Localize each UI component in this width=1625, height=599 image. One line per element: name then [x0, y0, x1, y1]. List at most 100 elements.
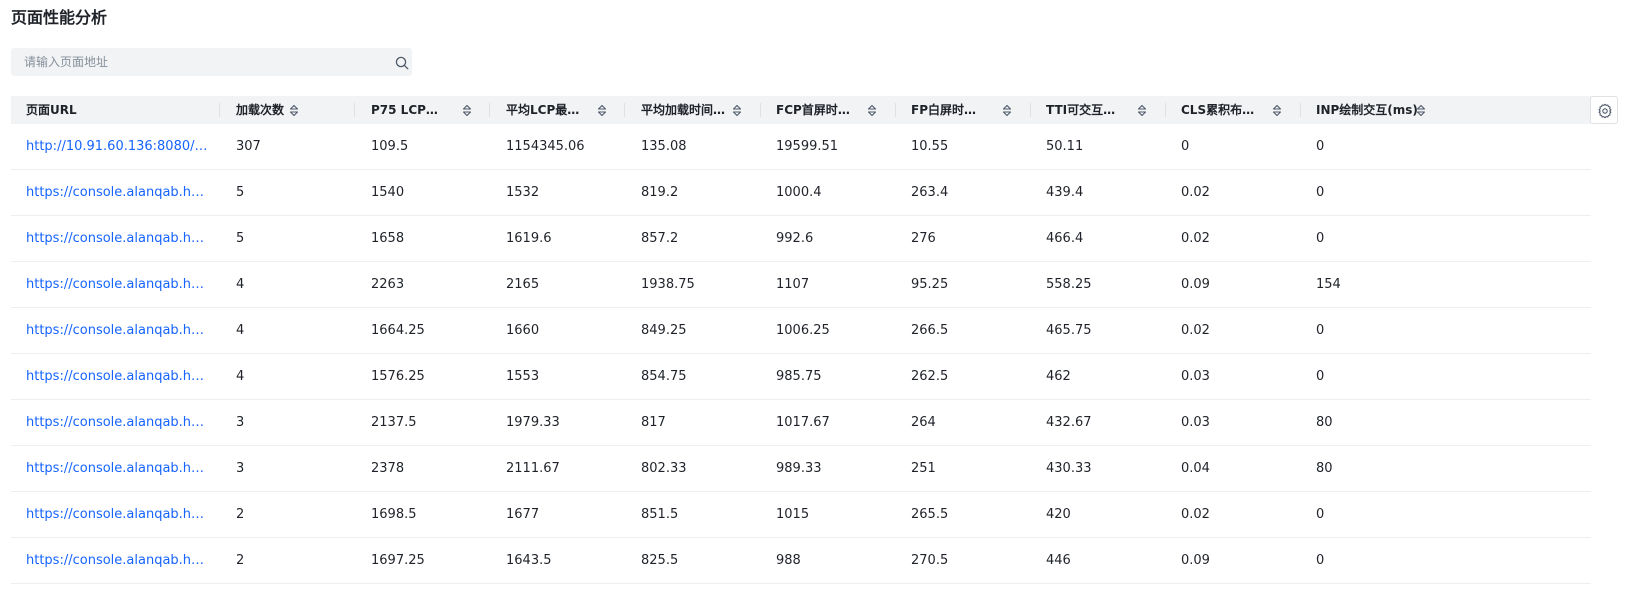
table-row: https://console.alanqab.h… 3 2137.5 1979.33…	[11, 400, 1591, 446]
sort-icon[interactable]	[732, 104, 742, 117]
url-cell: https://console.alanqab.h…	[26, 262, 209, 308]
table-row: https://console.alanqab.h… 4 2263 2165 1938.…	[11, 262, 1591, 308]
table-cell: 854.75	[641, 369, 687, 384]
column-header[interactable]: 加载次数	[236, 96, 284, 124]
table-row: https://console.alanqab.h… 2 1698.5 1677 851…	[11, 492, 1591, 538]
column-header[interactable]: TTI可交互时…	[1046, 96, 1122, 124]
table-cell: 3	[236, 415, 245, 430]
table-cell: 5	[236, 231, 245, 246]
table-cell: 0	[1316, 553, 1325, 568]
table-cell: 817	[641, 415, 666, 430]
table-cell: 2378	[371, 461, 405, 476]
sort-icon[interactable]	[1416, 104, 1426, 117]
gear-icon	[1598, 103, 1612, 119]
column-separator[interactable]	[624, 103, 625, 117]
page-url-link[interactable]: https://console.alanqab.h…	[26, 354, 209, 400]
sort-icon[interactable]	[462, 104, 472, 117]
table-row: https://console.alanqab.h… 4 1664.25 1660 84…	[11, 308, 1591, 354]
table-cell: 432.67	[1046, 415, 1092, 430]
sort-icon[interactable]	[1137, 104, 1147, 117]
page-url-link[interactable]: https://console.alanqab.h…	[26, 216, 209, 262]
column-header[interactable]: FCP首屏时间(…	[776, 96, 852, 124]
table-cell: 154	[1316, 277, 1341, 292]
column-header[interactable]: FP白屏时间(…	[911, 96, 987, 124]
column-header[interactable]: 平均LCP最大…	[506, 96, 584, 124]
table-cell: 0	[1316, 323, 1325, 338]
table-cell: 1697.25	[371, 553, 425, 568]
column-header[interactable]: INP绘制交互(ms)	[1316, 96, 1418, 124]
table-cell: 420	[1046, 507, 1071, 522]
page-url-link[interactable]: https://console.alanqab.h…	[26, 170, 209, 216]
column-header[interactable]: 平均加载时间 …	[641, 96, 727, 124]
table-cell: 462	[1046, 369, 1071, 384]
table-cell: 270.5	[911, 553, 949, 568]
table-cell: 1664.25	[371, 323, 425, 338]
url-cell: https://console.alanqab.h…	[26, 354, 209, 400]
table-cell: 558.25	[1046, 277, 1092, 292]
page-url-link[interactable]: https://console.alanqab.h…	[26, 400, 209, 446]
column-header-label: P75 LCP最大…	[371, 103, 449, 117]
url-cell: https://console.alanqab.h…	[26, 492, 209, 538]
table-cell: 0.02	[1181, 507, 1210, 522]
table-cell: 2111.67	[506, 461, 560, 476]
url-cell: https://console.alanqab.h…	[26, 170, 209, 216]
table-cell: 95.25	[911, 277, 949, 292]
table-cell: 1532	[506, 185, 540, 200]
table-cell: 307	[236, 139, 261, 154]
page: 页面性能分析 页面URL 加载次数 P75 LCP最大… 平均LCP最大… 平均加载时间…	[0, 0, 1625, 599]
column-separator[interactable]	[1300, 103, 1301, 117]
table-cell: 988	[776, 553, 801, 568]
url-cell: https://console.alanqab.h…	[26, 538, 209, 584]
table-cell: 1619.6	[506, 231, 552, 246]
table-cell: 1540	[371, 185, 405, 200]
page-url-link[interactable]: https://console.alanqab.h…	[26, 538, 209, 584]
table-cell: 1107	[776, 277, 810, 292]
table-cell: 825.5	[641, 553, 679, 568]
table-cell: 0.02	[1181, 323, 1210, 338]
sort-icon[interactable]	[289, 104, 299, 117]
table-cell: 80	[1316, 415, 1333, 430]
table-cell: 2137.5	[371, 415, 417, 430]
table-cell: 262.5	[911, 369, 949, 384]
column-header[interactable]: CLS累积布局…	[1181, 96, 1257, 124]
search-icon[interactable]	[395, 55, 409, 70]
page-url-link[interactable]: https://console.alanqab.h…	[26, 308, 209, 354]
page-url-link[interactable]: https://console.alanqab.h…	[26, 446, 209, 492]
url-cell: https://console.alanqab.h…	[26, 400, 209, 446]
page-url-link[interactable]: https://console.alanqab.h…	[26, 492, 209, 538]
url-cell: https://console.alanqab.h…	[26, 446, 209, 492]
column-separator[interactable]	[219, 103, 220, 117]
table-cell: 50.11	[1046, 139, 1084, 154]
sort-icon[interactable]	[1002, 104, 1012, 117]
table-cell: 0.09	[1181, 277, 1210, 292]
table-cell: 849.25	[641, 323, 687, 338]
table-cell: 0	[1316, 369, 1325, 384]
sort-icon[interactable]	[597, 104, 607, 117]
page-url-link[interactable]: http://10.91.60.136:8080/i…	[26, 124, 209, 170]
url-cell: https://console.alanqab.h…	[26, 216, 209, 262]
table-cell: 430.33	[1046, 461, 1092, 476]
table-cell: 1677	[506, 507, 540, 522]
table-cell: 1015	[776, 507, 810, 522]
column-separator[interactable]	[1030, 103, 1031, 117]
table-cell: 0.02	[1181, 231, 1210, 246]
sort-icon[interactable]	[1272, 104, 1282, 117]
column-separator[interactable]	[354, 103, 355, 117]
search-input[interactable]	[11, 48, 371, 76]
column-header: 页面URL	[26, 96, 77, 124]
column-separator[interactable]	[895, 103, 896, 117]
column-header[interactable]: P75 LCP最大…	[371, 96, 449, 124]
url-cell: http://10.91.60.136:8080/i…	[26, 124, 209, 170]
table-cell: 2	[236, 553, 245, 568]
column-header-label: INP绘制交互(ms)	[1316, 103, 1418, 117]
column-separator[interactable]	[489, 103, 490, 117]
column-separator[interactable]	[760, 103, 761, 117]
column-separator[interactable]	[1165, 103, 1166, 117]
page-url-link[interactable]: https://console.alanqab.h…	[26, 262, 209, 308]
column-settings-button[interactable]	[1590, 96, 1618, 124]
table-cell: 5	[236, 185, 245, 200]
table-cell: 10.55	[911, 139, 949, 154]
table-cell: 1698.5	[371, 507, 417, 522]
sort-icon[interactable]	[867, 104, 877, 117]
table-cell: 0	[1181, 139, 1190, 154]
